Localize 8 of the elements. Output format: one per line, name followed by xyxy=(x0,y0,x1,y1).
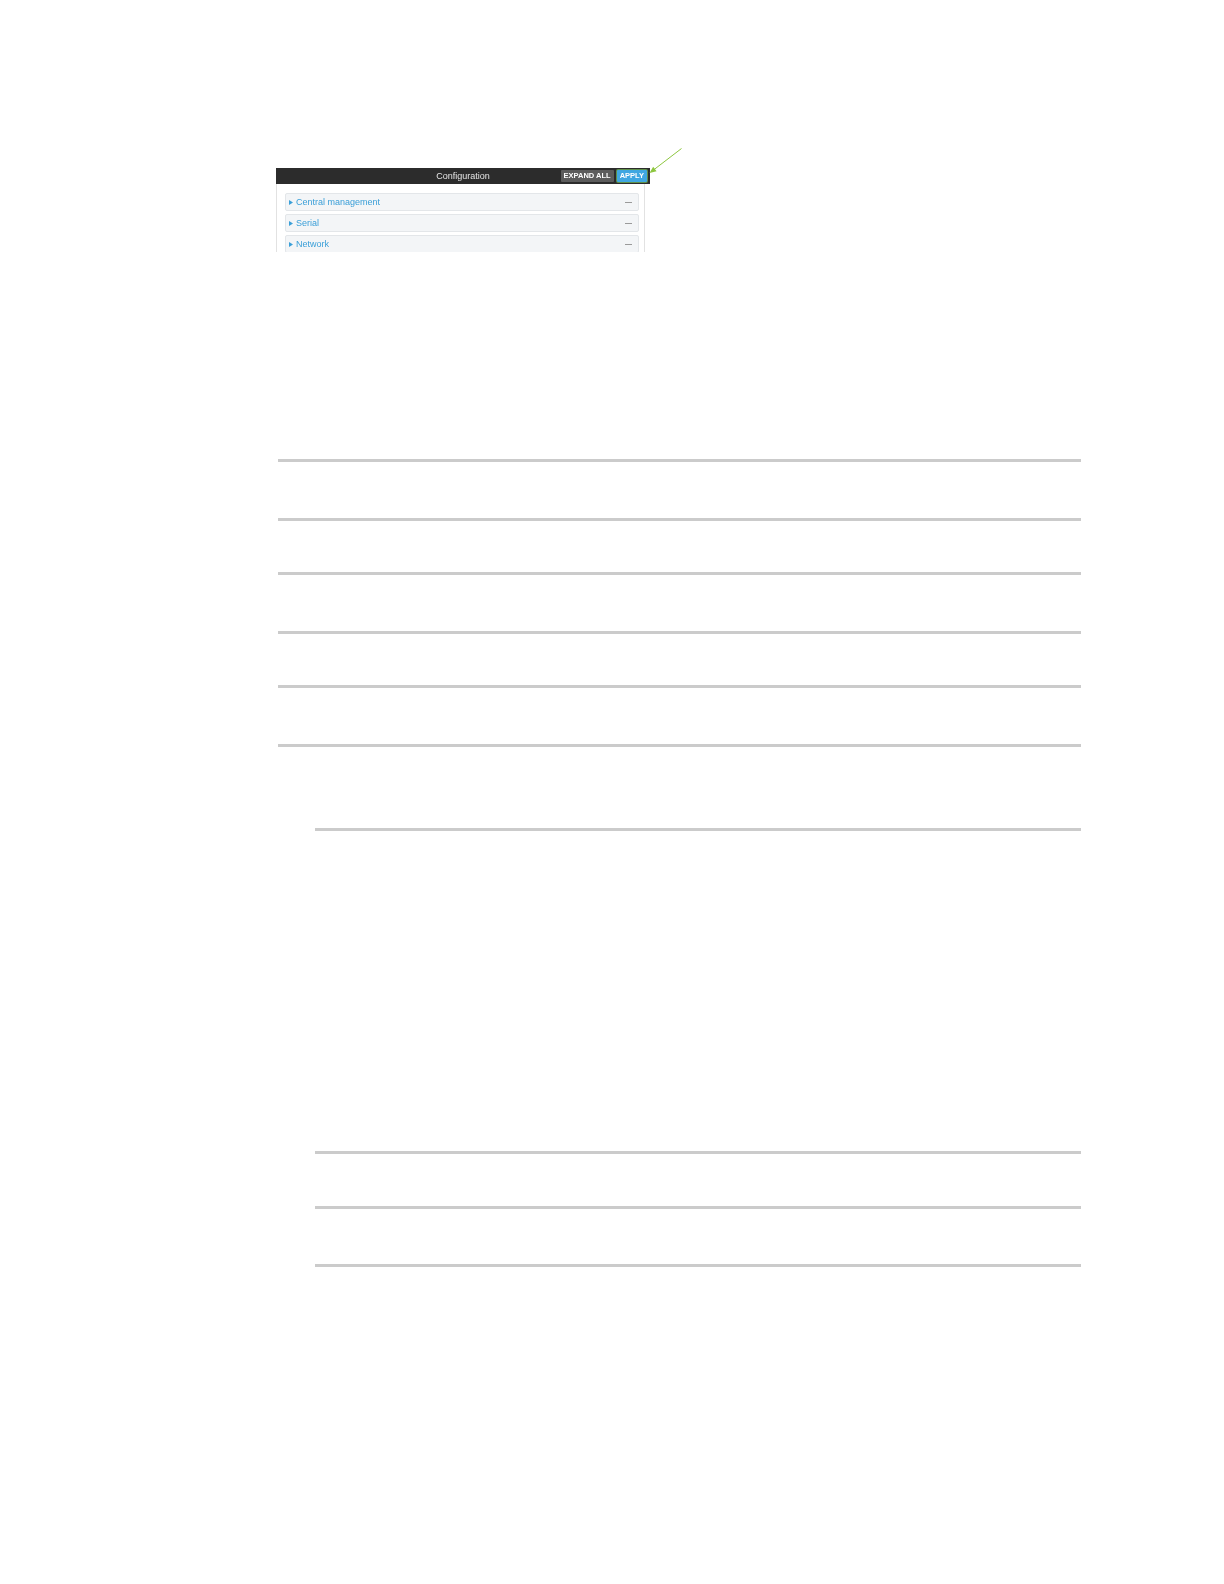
callout-arrow xyxy=(648,148,682,174)
window-title: Configuration xyxy=(436,170,490,182)
minus-icon[interactable] xyxy=(625,201,632,203)
section-header[interactable]: Network xyxy=(285,235,639,252)
minus-icon[interactable] xyxy=(625,222,632,224)
minus-icon[interactable] xyxy=(625,243,632,245)
section-header[interactable]: Serial xyxy=(285,214,639,232)
section-header[interactable]: Central management xyxy=(285,193,639,211)
